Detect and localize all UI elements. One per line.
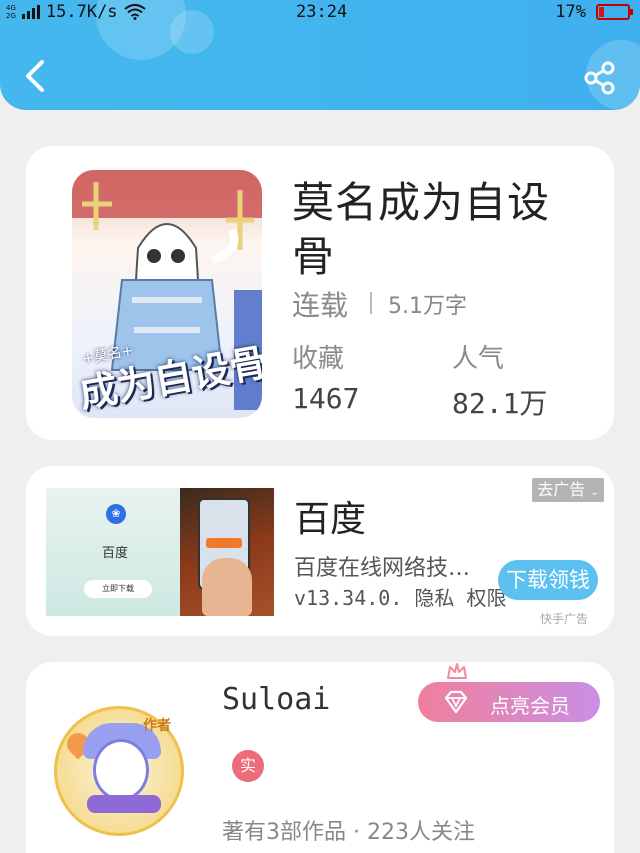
popularity-label: 人气 [452,344,505,374]
battery-icon [596,4,633,20]
ad-image-panel: ❀ 百度 立即下载 [46,488,180,616]
back-chevron-icon [26,60,44,92]
back-button[interactable] [18,56,54,96]
ad-meta[interactable]: v13.34.0. 隐私 权限 [294,582,506,611]
verified-badge: 实 [232,750,264,782]
favorites-value: 1467 [292,382,360,415]
ad-title: 百度 [294,499,367,540]
phone-button [206,538,242,548]
status-right: 17% [555,2,633,22]
diamond-icon [444,690,468,714]
status-bar: 4G 2G 15.7K/s 23:24 17% [0,0,640,24]
author-tag: 作者 [143,718,171,734]
remove-ad-button[interactable]: 去广告 ⌄ [532,478,604,502]
book-status: 连载 [292,289,349,322]
ad-download-button[interactable]: 下载领钱 [498,560,598,600]
ad-description: 百度在线网络技… [294,556,471,581]
crown-icon [447,663,467,679]
ad-image-download: 立即下载 [84,580,152,598]
top-header: 4G 2G 15.7K/s 23:24 17% [0,0,640,110]
divider [370,292,372,314]
ad-card[interactable]: ❀ 百度 立即下载 百度 百度在线网络技… v13.34.0. 隐私 权限 去广… [26,466,614,636]
ad-image-photo [180,488,274,616]
book-cover[interactable]: +莫名+ 成为自设骨 [72,170,262,418]
hand-illustration [202,558,252,616]
chevron-down-icon: ⌄ [590,487,599,498]
clock: 23:24 [296,2,348,22]
network-top-label: 4G [6,4,16,12]
author-stats: 著有3部作品 · 223人关注 [222,820,475,845]
battery-percent: 17% [555,2,586,22]
wifi-icon [123,4,146,20]
author-name[interactable]: Suloai [222,682,330,717]
word-count: 5.1万字 [388,294,467,319]
author-avatar[interactable]: 作者 [54,706,184,836]
author-card: 作者 Suloai 实 著有3部作品 · 223人关注 点亮会员 [26,662,614,853]
baidu-paw-icon: ❀ [106,504,126,524]
network-type: 4G 2G [6,4,16,20]
ad-image[interactable]: ❀ 百度 立即下载 [46,488,274,616]
favorites-label: 收藏 [292,344,345,374]
avatar-face [93,739,149,801]
book-title: 莫名成为自设骨 [292,178,551,281]
status-left: 4G 2G 15.7K/s [6,2,146,22]
network-speed: 15.7K/s [45,2,118,22]
vip-button-label: 点亮会员 [490,694,570,718]
network-bottom-label: 2G [6,12,16,20]
vip-button[interactable]: 点亮会员 [418,682,600,722]
share-button[interactable] [580,58,620,98]
ad-image-app-name: 百度 [102,546,129,561]
avatar-scarf [87,795,161,813]
book-info-card: +莫名+ 成为自设骨 莫名成为自设骨 连载 5.1万字 收藏 1467 人气 8… [26,146,614,440]
remove-ad-label: 去广告 [537,480,586,499]
signal-icon [21,5,40,19]
popularity-value: 82.1万 [452,387,548,420]
share-icon [584,61,615,95]
ad-source: 快手广告 [540,612,589,626]
